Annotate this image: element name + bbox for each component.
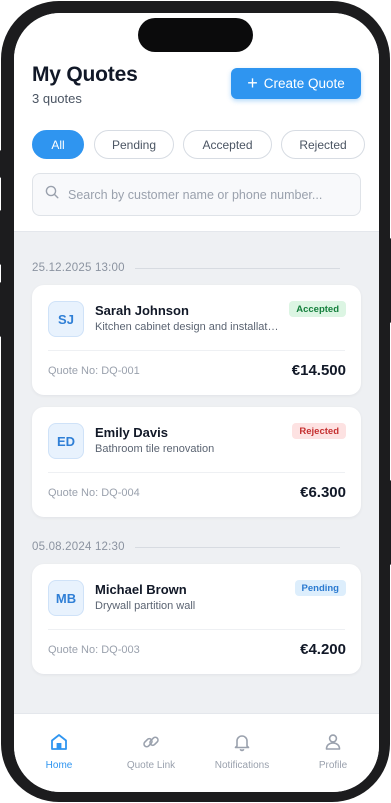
page-title: My Quotes (32, 63, 138, 86)
quote-description: Drywall partition wall (95, 600, 196, 612)
nav-item-profile[interactable]: Profile (293, 732, 373, 771)
nav-item-quote-link[interactable]: Quote Link (111, 732, 191, 771)
action-button (0, 150, 3, 178)
customer-name: Emily Davis (95, 425, 168, 440)
quote-description: Bathroom tile renovation (95, 443, 215, 455)
filter-chip-pending[interactable]: Pending (94, 130, 174, 159)
date-separator: 05.08.2024 12:30 (32, 541, 340, 553)
quote-card[interactable]: MB Michael Brown Drywall partition wall … (32, 564, 361, 674)
quote-number: Quote No: DQ-001 (48, 365, 140, 377)
quote-description: Kitchen cabinet design and installation (95, 321, 280, 333)
customer-name: Michael Brown (95, 582, 187, 597)
card-divider (48, 472, 345, 473)
status-filter-tabs: All Pending Accepted Rejected (32, 130, 379, 160)
app-screen: My Quotes 3 quotes + Create Quote All Pe… (14, 13, 379, 792)
filter-chip-accepted[interactable]: Accepted (183, 130, 272, 159)
create-quote-label: Create Quote (263, 76, 345, 91)
nav-item-notifications[interactable]: Notifications (202, 732, 282, 771)
status-badge: Rejected (292, 423, 346, 439)
nav-label: Notifications (214, 760, 270, 771)
customer-avatar: SJ (48, 301, 84, 337)
customer-name: Sarah Johnson (95, 303, 189, 318)
bell-icon (232, 732, 252, 752)
bottom-navigation: Home Quote Link Notifications Profile (14, 713, 379, 792)
quote-number: Quote No: DQ-003 (48, 644, 140, 656)
quote-card[interactable]: SJ Sarah Johnson Kitchen cabinet design … (32, 285, 361, 395)
filter-chip-all[interactable]: All (32, 130, 84, 159)
search-icon (45, 185, 59, 204)
divider-line (134, 546, 340, 548)
search-bar (32, 173, 361, 216)
divider-line (134, 267, 340, 269)
home-icon (49, 732, 69, 752)
dynamic-island (138, 18, 253, 52)
quote-card[interactable]: ED Emily Davis Bathroom tile renovation … (32, 407, 361, 517)
quote-amount: €4.200 (300, 641, 346, 658)
volume-up-button (0, 210, 3, 265)
quote-amount: €14.500 (291, 362, 346, 379)
group-date: 05.08.2024 12:30 (32, 541, 125, 553)
status-badge: Accepted (289, 301, 346, 317)
date-separator: 25.12.2025 13:00 (32, 262, 340, 274)
nav-label: Home (45, 760, 73, 771)
status-badge: Pending (294, 580, 346, 596)
customer-avatar: ED (48, 423, 84, 459)
link-icon (141, 732, 161, 752)
phone-frame: My Quotes 3 quotes + Create Quote All Pe… (1, 1, 390, 802)
quote-number: Quote No: DQ-004 (48, 487, 140, 499)
card-divider (48, 629, 345, 630)
volume-down-button (0, 282, 3, 337)
search-input[interactable] (68, 187, 348, 202)
nav-item-home[interactable]: Home (19, 732, 99, 771)
quote-count: 3 quotes (32, 91, 82, 106)
customer-avatar: MB (48, 580, 84, 616)
filter-chip-rejected[interactable]: Rejected (281, 130, 365, 159)
card-divider (48, 350, 345, 351)
create-quote-button[interactable]: + Create Quote (231, 68, 361, 99)
nav-label: Profile (318, 760, 348, 771)
nav-label: Quote Link (126, 760, 176, 771)
user-icon (323, 732, 343, 752)
quote-amount: €6.300 (300, 484, 346, 501)
plus-icon: + (247, 72, 258, 93)
group-date: 25.12.2025 13:00 (32, 262, 125, 274)
